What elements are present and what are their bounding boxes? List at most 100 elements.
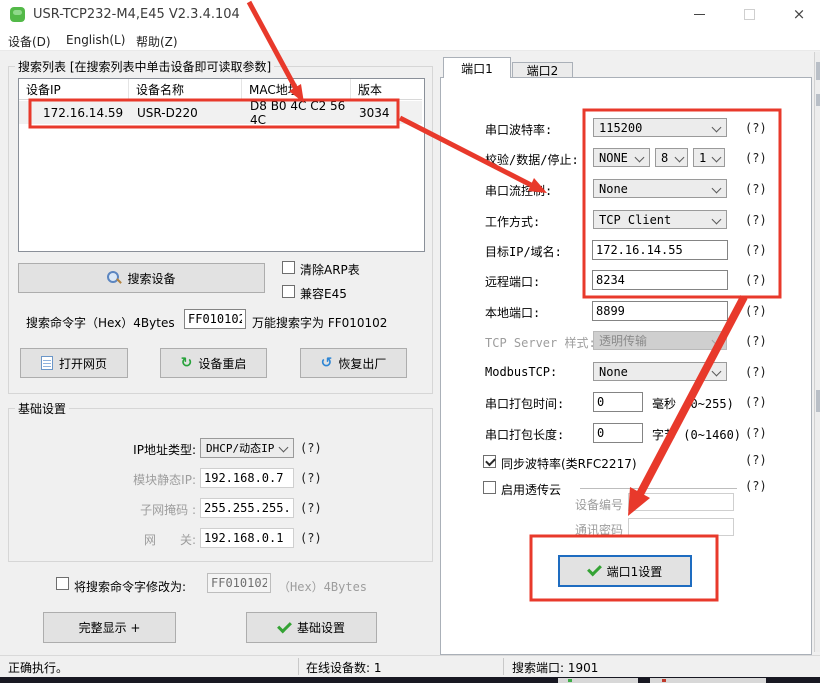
open-webpage-label: 打开网页 — [59, 355, 107, 372]
background-window-fragment — [558, 678, 638, 683]
data-bits-combobox[interactable]: 8 — [655, 148, 688, 167]
search-list-group-title: 搜索列表 [在搜索列表中单击设备即可读取参数] — [15, 58, 274, 75]
subnet-input[interactable] — [200, 498, 294, 518]
table-row-cell-mac[interactable]: D8 B0 4C C2 56 4C — [242, 101, 351, 124]
search-device-button[interactable]: 搜索设备 — [18, 263, 265, 293]
maximize-button[interactable] — [732, 0, 766, 28]
cloud-help[interactable]: (?) — [745, 479, 767, 493]
parity-combobox[interactable]: NONE — [593, 148, 650, 167]
menu-help[interactable]: 帮助(Z) — [136, 33, 178, 50]
chevron-down-icon — [712, 153, 722, 163]
chevron-down-icon — [279, 443, 289, 453]
cloud-divider — [580, 488, 737, 489]
compat-e45-checkbox[interactable] — [282, 285, 295, 298]
column-header-version[interactable]: 版本 — [351, 79, 422, 100]
clear-arp-label: 清除ARP表 — [300, 261, 360, 278]
check-icon — [277, 618, 292, 633]
close-icon: × — [793, 7, 806, 22]
cloud-checkbox[interactable] — [483, 481, 496, 494]
clear-arp-checkbox[interactable] — [282, 261, 295, 274]
compat-e45-label: 兼容E45 — [300, 285, 347, 302]
app-window: USR-TCP232-M4,E45 V2.3.4.104 × 设备(D) Eng… — [0, 0, 820, 683]
flow-control-combobox[interactable]: None — [593, 179, 727, 198]
sync-baud-help[interactable]: (?) — [745, 453, 767, 467]
subnet-help[interactable]: (?) — [300, 501, 322, 515]
factory-reset-label: 恢复出厂 — [338, 355, 386, 372]
title-bar: USR-TCP232-M4,E45 V2.3.4.104 × — [0, 0, 820, 30]
tab-port2-label: 端口2 — [527, 62, 559, 79]
reboot-device-button[interactable]: ↻ 设备重启 — [160, 348, 267, 378]
tcp-server-style-label: TCP Server 样式: — [485, 334, 596, 351]
pack-time-input[interactable] — [593, 392, 643, 412]
ip-type-combobox[interactable]: DHCP/动态IP — [200, 438, 294, 458]
static-ip-input[interactable] — [200, 468, 294, 488]
gateway-input[interactable] — [200, 528, 294, 548]
basic-settings-group-title: 基础设置 — [15, 400, 69, 417]
flow-control-help[interactable]: (?) — [745, 182, 767, 196]
modbus-tcp-value: None — [599, 365, 628, 379]
full-display-button[interactable]: 完整显示 + — [43, 612, 176, 643]
minimize-button[interactable] — [682, 0, 716, 28]
tcp-server-style-value: 透明传输 — [599, 332, 647, 349]
local-port-help[interactable]: (?) — [745, 304, 767, 318]
remote-port-label: 远程端口: — [485, 273, 540, 290]
modbus-tcp-help[interactable]: (?) — [745, 365, 767, 379]
reboot-device-label: 设备重启 — [198, 355, 246, 372]
factory-reset-icon: ↺ — [321, 356, 333, 370]
stop-bits-combobox[interactable]: 1 — [693, 148, 725, 167]
modbus-tcp-combobox[interactable]: None — [593, 362, 727, 381]
work-mode-combobox[interactable]: TCP Client — [593, 210, 727, 229]
local-port-input[interactable] — [592, 301, 728, 321]
menu-english[interactable]: English(L) — [66, 33, 125, 47]
remote-port-input[interactable] — [592, 270, 728, 290]
port1-settings-button[interactable]: 端口1设置 — [558, 555, 692, 587]
tcp-server-style-help[interactable]: (?) — [745, 334, 767, 348]
remote-port-help[interactable]: (?) — [745, 273, 767, 287]
close-button[interactable]: × — [782, 0, 816, 28]
work-mode-help[interactable]: (?) — [745, 213, 767, 227]
pack-length-input[interactable] — [593, 423, 643, 443]
sync-baud-checkbox[interactable] — [483, 455, 496, 468]
tab-port2[interactable]: 端口2 — [512, 62, 573, 78]
open-webpage-button[interactable]: 打开网页 — [20, 348, 128, 378]
chevron-down-icon — [635, 153, 645, 163]
static-ip-help[interactable]: (?) — [300, 471, 322, 485]
full-display-label: 完整显示 + — [79, 619, 141, 636]
factory-reset-button[interactable]: ↺ 恢复出厂 — [300, 348, 407, 378]
table-row-cell-name[interactable]: USR-D220 — [129, 101, 242, 124]
chevron-down-icon — [712, 336, 722, 346]
target-ip-input[interactable] — [592, 240, 728, 260]
table-row-cell-ip[interactable]: 172.16.14.59 — [19, 101, 129, 124]
comm-password-label: 通讯密码 — [575, 521, 623, 538]
menu-device[interactable]: 设备(D) — [8, 33, 51, 50]
cloud-label: 启用透传云 — [501, 481, 561, 498]
search-cmd-input[interactable] — [184, 309, 246, 329]
baud-rate-combobox[interactable]: 115200 — [593, 118, 727, 137]
column-header-device-ip[interactable]: 设备IP — [19, 79, 129, 100]
pack-length-help[interactable]: (?) — [745, 426, 767, 440]
baud-rate-help[interactable]: (?) — [745, 121, 767, 135]
device-number-input[interactable] — [628, 493, 734, 511]
gateway-help[interactable]: (?) — [300, 531, 322, 545]
local-port-label: 本地端口: — [485, 304, 540, 321]
basic-settings-apply-button[interactable]: 基础设置 — [246, 612, 377, 643]
static-ip-label: 模块静态IP: — [60, 471, 196, 488]
table-row-cell-version[interactable]: 3034 — [351, 101, 422, 124]
target-ip-label: 目标IP/域名: — [485, 243, 562, 260]
parity-value: NONE — [599, 151, 628, 165]
modify-cmd-input[interactable] — [207, 573, 271, 593]
column-header-device-name[interactable]: 设备名称 — [129, 79, 242, 100]
baud-rate-label: 串口波特率: — [485, 121, 552, 138]
column-header-mac[interactable]: MAC地址 — [242, 79, 351, 100]
pack-time-help[interactable]: (?) — [745, 395, 767, 409]
check-icon — [587, 562, 602, 577]
comm-password-input[interactable] — [628, 518, 734, 536]
tab-port1[interactable]: 端口1 — [443, 57, 511, 78]
modify-cmd-checkbox[interactable] — [56, 577, 69, 590]
search-icon — [107, 271, 121, 285]
ip-type-help[interactable]: (?) — [300, 441, 322, 455]
parity-help[interactable]: (?) — [745, 151, 767, 165]
target-ip-help[interactable]: (?) — [745, 243, 767, 257]
tcp-server-style-combobox: 透明传输 — [593, 331, 727, 350]
app-icon-detail — [13, 10, 22, 15]
